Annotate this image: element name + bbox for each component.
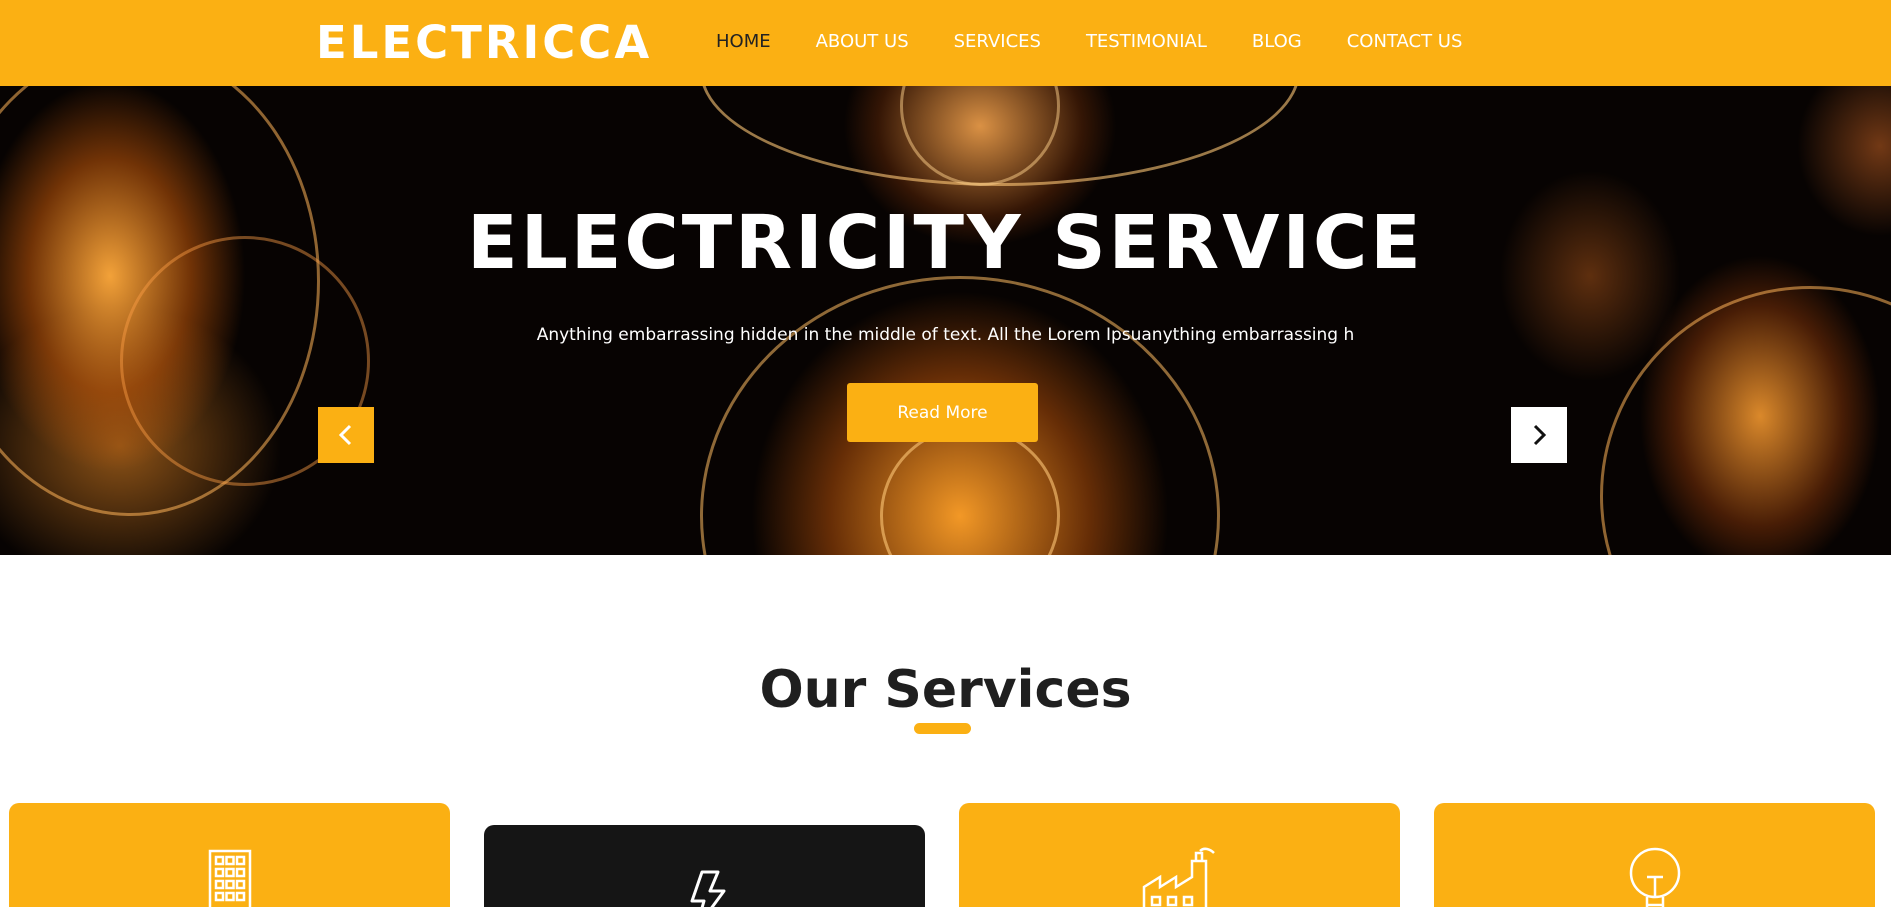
- site-header: ELECTRICCA HOME ABOUT US SERVICES TESTIM…: [0, 0, 1891, 86]
- slider-next-button[interactable]: [1511, 407, 1567, 463]
- lightbulb-icon: [1629, 847, 1680, 907]
- hero-title: ELECTRICITY SERVICE: [467, 200, 1424, 286]
- slider-prev-button[interactable]: [318, 407, 374, 463]
- factory-icon: [1142, 847, 1215, 907]
- nav-services[interactable]: SERVICES: [954, 30, 1041, 54]
- nav-contact-us[interactable]: CONTACT US: [1347, 30, 1463, 54]
- service-card[interactable]: [959, 803, 1400, 907]
- read-more-button[interactable]: Read More: [847, 383, 1038, 442]
- services-title: Our Services: [759, 660, 1132, 720]
- building-icon: [208, 849, 251, 907]
- service-card[interactable]: [484, 825, 925, 907]
- service-card[interactable]: [1434, 803, 1875, 907]
- title-underline: [914, 723, 971, 734]
- service-card[interactable]: [9, 803, 450, 907]
- nav-blog[interactable]: BLOG: [1252, 30, 1302, 54]
- lightning-icon: [690, 870, 725, 907]
- chevron-right-icon: [1533, 424, 1547, 446]
- nav-about-us[interactable]: ABOUT US: [816, 30, 909, 54]
- hero-subtitle: Anything embarrassing hidden in the midd…: [536, 325, 1355, 345]
- nav-home[interactable]: HOME: [716, 30, 771, 54]
- hero-slider: ELECTRICITY SERVICE Anything embarrassin…: [0, 86, 1891, 555]
- chevron-left-icon: [338, 424, 352, 446]
- main-nav: HOME ABOUT US SERVICES TESTIMONIAL BLOG …: [716, 30, 1507, 54]
- nav-testimonial[interactable]: TESTIMONIAL: [1086, 30, 1207, 54]
- logo[interactable]: ELECTRICCA: [316, 17, 652, 69]
